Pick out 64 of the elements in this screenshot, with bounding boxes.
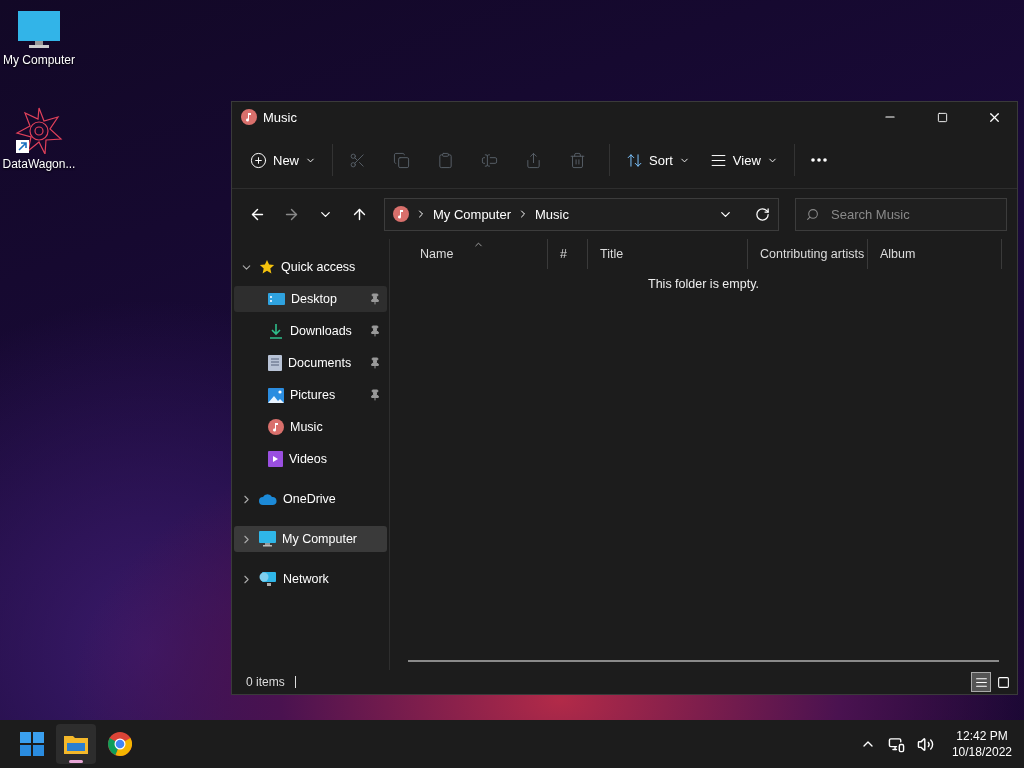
breadcrumb[interactable]: My Computer	[433, 206, 512, 222]
desktop-icon-label[interactable]: My Computer	[3, 53, 75, 67]
music-note-icon	[241, 109, 257, 125]
column-header[interactable]: Title	[588, 239, 748, 269]
monitor-icon	[259, 531, 276, 547]
breadcrumb[interactable]: Music	[535, 206, 569, 222]
sidebar-item[interactable]: Desktop	[234, 286, 387, 312]
details-icon	[974, 675, 988, 689]
sidebar-item[interactable]: Videos	[234, 446, 387, 472]
window-title: Music	[263, 109, 298, 125]
address-bar[interactable]: My Computer Music	[384, 197, 779, 231]
column-header[interactable]: Contributing artists	[748, 239, 868, 269]
download-icon	[268, 323, 284, 339]
music-note-icon	[268, 419, 284, 435]
desktop-icon	[268, 292, 285, 306]
folder-icon	[64, 734, 88, 754]
sidebar-item[interactable]: Pictures	[234, 382, 387, 408]
maximize-icon	[936, 111, 948, 123]
new-button[interactable]: New	[242, 143, 324, 177]
sidebar-item[interactable]: Downloads	[234, 318, 387, 344]
volume-icon[interactable]	[916, 735, 934, 753]
more-icon	[810, 158, 827, 162]
paste-icon	[437, 151, 454, 169]
star-logo-icon[interactable]	[15, 106, 63, 154]
network-status-icon[interactable]	[887, 735, 905, 753]
trash-icon	[569, 151, 586, 169]
search-box[interactable]: Search Music	[795, 197, 1007, 231]
browser-icon	[108, 732, 132, 756]
sidebar-item[interactable]: My Computer	[234, 526, 387, 552]
sidebar-item[interactable]: Network	[234, 566, 387, 592]
desktop-icon-label[interactable]: DataWagon...	[2, 157, 76, 171]
copy-icon	[393, 151, 410, 169]
share-icon	[525, 151, 542, 169]
sidebar-item[interactable]: OneDrive	[234, 486, 387, 512]
rename-icon	[481, 151, 498, 169]
explorer-taskbar-button[interactable]	[56, 724, 96, 764]
sort-icon	[626, 151, 643, 169]
sort-button[interactable]: Sort	[618, 143, 698, 177]
cut-icon	[349, 151, 366, 169]
tiles-icon	[996, 675, 1010, 689]
cloud-icon	[259, 493, 277, 505]
details-view-button[interactable]	[971, 672, 991, 692]
monitor-icon[interactable]	[17, 10, 61, 50]
column-header[interactable]: Name	[408, 239, 548, 269]
item-count: 0 items	[246, 675, 285, 689]
sidebar-item[interactable]: Quick access	[234, 254, 387, 280]
column-header[interactable]: Album	[868, 239, 1002, 269]
plus-icon	[250, 151, 267, 169]
sidebar-item[interactable]: Music	[234, 414, 387, 440]
sidebar-item[interactable]: Documents	[234, 350, 387, 376]
search-icon	[806, 207, 819, 221]
search-field[interactable]: Search Music	[829, 205, 973, 223]
picture-icon	[268, 387, 284, 403]
refresh-icon[interactable]	[755, 206, 770, 222]
clock[interactable]: 12:42 PM 10/18/2022	[951, 728, 1012, 760]
empty-folder-message: This folder is empty.	[648, 277, 759, 291]
column-header[interactable]: #	[548, 239, 588, 269]
video-icon	[268, 451, 283, 467]
star-icon	[259, 259, 275, 275]
music-note-icon	[393, 206, 409, 222]
network-icon	[259, 571, 277, 587]
windows-logo-icon	[20, 732, 44, 756]
document-icon	[268, 355, 282, 371]
view-button[interactable]: View	[701, 143, 786, 177]
